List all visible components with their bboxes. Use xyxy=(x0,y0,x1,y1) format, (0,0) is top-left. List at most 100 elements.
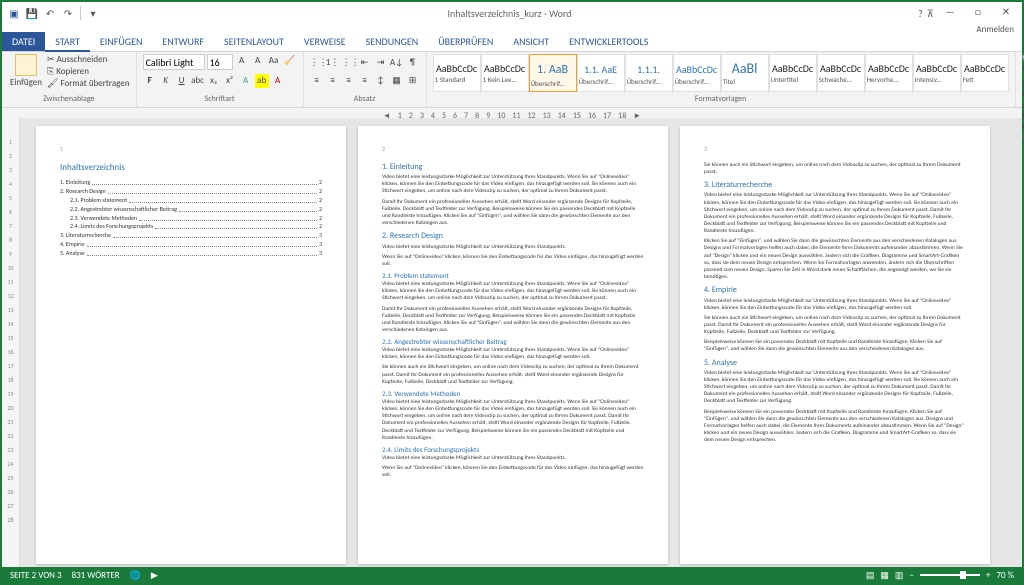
align-right-icon[interactable]: ≡ xyxy=(342,74,356,88)
group-styles: AaBbCcDc1 StandardAaBbCcDc1 Kein Lee...1… xyxy=(427,52,1016,107)
style-Überschrif...[interactable]: 1. AaBÜberschrif... xyxy=(529,54,577,92)
help-icon[interactable]: ? xyxy=(918,7,923,20)
font-name-combo[interactable] xyxy=(143,54,205,70)
tab-start[interactable]: START xyxy=(45,32,90,52)
workspace: 1234567891011121314151617181920212223242… xyxy=(2,118,1022,567)
qat-customize-icon[interactable]: ▾ xyxy=(85,5,101,21)
titlebar: ▣ 💾 ↶ ↷ ▾ Inhaltsverzeichnis_kurz - Word… xyxy=(2,2,1022,24)
quick-access-toolbar: ▣ 💾 ↶ ↷ ▾ xyxy=(6,5,101,21)
tab-developer[interactable]: ENTWICKLERTOOLS xyxy=(559,32,658,51)
subscript-icon[interactable]: x₂ xyxy=(207,74,221,88)
shading-icon[interactable]: ▦ xyxy=(390,74,404,88)
status-language-icon[interactable]: 🌐 xyxy=(130,570,141,581)
document-title: Inhaltsverzeichnis_kurz - Word xyxy=(101,7,918,20)
underline-icon[interactable]: U xyxy=(175,74,189,88)
style-Intensiv...[interactable]: AaBbCcDcIntensiv... xyxy=(913,54,961,92)
toc-entry[interactable]: 2.2. Angestrebter wissenschaftlicher Bei… xyxy=(60,206,322,214)
status-macro-icon[interactable]: ▶ xyxy=(151,570,158,581)
align-center-icon[interactable]: ≡ xyxy=(326,74,340,88)
style-Fett[interactable]: AaBbCcDcFett xyxy=(961,54,1009,92)
page-2: 2 1. Einleitung Video bietet eine leistu… xyxy=(358,126,668,564)
style-Überschrif...[interactable]: 1.1. AaEÜberschrif... xyxy=(577,54,625,92)
close-button[interactable]: ✕ xyxy=(994,5,1018,21)
numbering-icon[interactable]: 1⋮ xyxy=(326,56,340,70)
ribbon-display-icon[interactable]: ⊼ xyxy=(927,7,934,20)
style-Titel[interactable]: AaBlTitel xyxy=(721,54,769,92)
statusbar: SEITE 2 VON 3 831 WÖRTER 🌐 ▶ ▤ ▦ ▥ − + 7… xyxy=(2,567,1022,583)
style-1 Standard[interactable]: AaBbCcDc1 Standard xyxy=(433,54,481,92)
shrink-font-icon[interactable]: A xyxy=(251,54,265,68)
ribbon: Einfügen ✂ Ausschneiden ⎘ Kopieren 🖌 For… xyxy=(2,52,1022,108)
show-marks-icon[interactable]: ¶ xyxy=(406,56,420,70)
view-read-icon[interactable]: ▤ xyxy=(866,570,875,581)
style-Schwache...[interactable]: AaBbCcDcSchwache... xyxy=(817,54,865,92)
text-effects-icon[interactable]: A xyxy=(239,74,253,88)
tab-mailings[interactable]: SENDUNGEN xyxy=(356,32,429,51)
zoom-level[interactable]: 70 % xyxy=(996,570,1014,581)
italic-icon[interactable]: K xyxy=(159,74,173,88)
status-words[interactable]: 831 WÖRTER xyxy=(72,570,120,581)
group-clipboard: Einfügen ✂ Ausschneiden ⎘ Kopieren 🖌 For… xyxy=(2,52,137,107)
minimize-button[interactable]: — xyxy=(938,5,962,21)
style-Untertitel[interactable]: AaBbCcDcUntertitel xyxy=(769,54,817,92)
toc-entry[interactable]: 2.1. Problem statement2 xyxy=(60,197,322,205)
page-area[interactable]: 1 Inhaltsverzeichnis 1. Einleitung22. Re… xyxy=(20,118,1022,567)
paste-button[interactable]: Einfügen xyxy=(8,54,44,88)
redo-icon[interactable]: ↷ xyxy=(60,5,76,21)
signin-link[interactable]: Anmelden xyxy=(2,24,1022,32)
multilevel-icon[interactable]: ⋮⋮ xyxy=(342,56,356,70)
page-1: 1 Inhaltsverzeichnis 1. Einleitung22. Re… xyxy=(36,126,346,564)
toc-entry[interactable]: 2.3. Verwendete Methoden2 xyxy=(60,215,322,223)
toc-entry[interactable]: 2. Research Design2 xyxy=(60,188,322,196)
tab-view[interactable]: ANSICHT xyxy=(503,32,559,51)
line-spacing-icon[interactable]: ↕ xyxy=(374,74,388,88)
tab-file[interactable]: DATEI xyxy=(2,32,45,51)
save-icon[interactable]: 💾 xyxy=(24,5,40,21)
tab-review[interactable]: ÜBERPRÜFEN xyxy=(428,32,503,51)
restore-button[interactable]: □ xyxy=(966,5,990,21)
align-left-icon[interactable]: ≡ xyxy=(310,74,324,88)
highlight-icon[interactable]: ab xyxy=(255,74,269,88)
font-color-icon[interactable]: A xyxy=(271,74,285,88)
toc-entry[interactable]: 2.4. Limits des Forschungsprojekts2 xyxy=(60,223,322,231)
toc-entry[interactable]: 1. Einleitung2 xyxy=(60,179,322,187)
toc-entry[interactable]: 4. Empirie3 xyxy=(60,241,322,249)
style-Überschrif...[interactable]: 1.1.1.Überschrif... xyxy=(625,54,673,92)
tab-layout[interactable]: SEITENLAYOUT xyxy=(214,32,294,51)
justify-icon[interactable]: ≡ xyxy=(358,74,372,88)
superscript-icon[interactable]: x² xyxy=(223,74,237,88)
sort-icon[interactable]: A↓ xyxy=(390,56,404,70)
style-1 Kein Lee...[interactable]: AaBbCcDc1 Kein Lee... xyxy=(481,54,529,92)
status-page[interactable]: SEITE 2 VON 3 xyxy=(10,570,62,581)
style-Überschrif...[interactable]: AaBbCcDcÜberschrif... xyxy=(673,54,721,92)
toc-entry[interactable]: 3. Literaturrecherche3 xyxy=(60,232,322,240)
group-font: A A Aa 🧹 F K U abc x₂ x² A ab A Schrifta… xyxy=(137,52,304,107)
tab-insert[interactable]: EINFÜGEN xyxy=(90,32,153,51)
view-web-icon[interactable]: ▥ xyxy=(895,570,904,581)
strike-icon[interactable]: abc xyxy=(191,74,205,88)
vertical-ruler: 1234567891011121314151617181920212223242… xyxy=(2,118,20,567)
toc-entry[interactable]: 5. Analyse3 xyxy=(60,250,322,258)
toc-title: Inhaltsverzeichnis xyxy=(60,162,322,174)
grow-font-icon[interactable]: A xyxy=(235,54,249,68)
clear-format-icon[interactable]: 🧹 xyxy=(283,54,297,68)
change-case-icon[interactable]: Aa xyxy=(267,54,281,68)
cut-button[interactable]: ✂ Ausschneiden xyxy=(47,54,130,65)
bold-icon[interactable]: F xyxy=(143,74,157,88)
style-Hervorhe...[interactable]: AaBbCcDcHervorhe... xyxy=(865,54,913,92)
bullets-icon[interactable]: ⋮⋮ xyxy=(310,56,324,70)
format-painter-button[interactable]: 🖌 Format übertragen xyxy=(47,78,130,89)
tab-design[interactable]: ENTWURF xyxy=(152,32,214,51)
word-icon: ▣ xyxy=(6,5,22,21)
copy-button[interactable]: ⎘ Kopieren xyxy=(47,66,130,77)
decrease-indent-icon[interactable]: ⇤ xyxy=(358,56,372,70)
zoom-slider[interactable] xyxy=(920,574,980,576)
zoom-in-icon[interactable]: + xyxy=(986,570,990,581)
increase-indent-icon[interactable]: ⇥ xyxy=(374,56,388,70)
view-print-icon[interactable]: ▦ xyxy=(880,570,889,581)
zoom-out-icon[interactable]: − xyxy=(909,570,913,581)
font-size-combo[interactable] xyxy=(207,54,233,70)
borders-icon[interactable]: ⊞ xyxy=(406,74,420,88)
tab-references[interactable]: VERWEISE xyxy=(294,32,356,51)
undo-icon[interactable]: ↶ xyxy=(42,5,58,21)
